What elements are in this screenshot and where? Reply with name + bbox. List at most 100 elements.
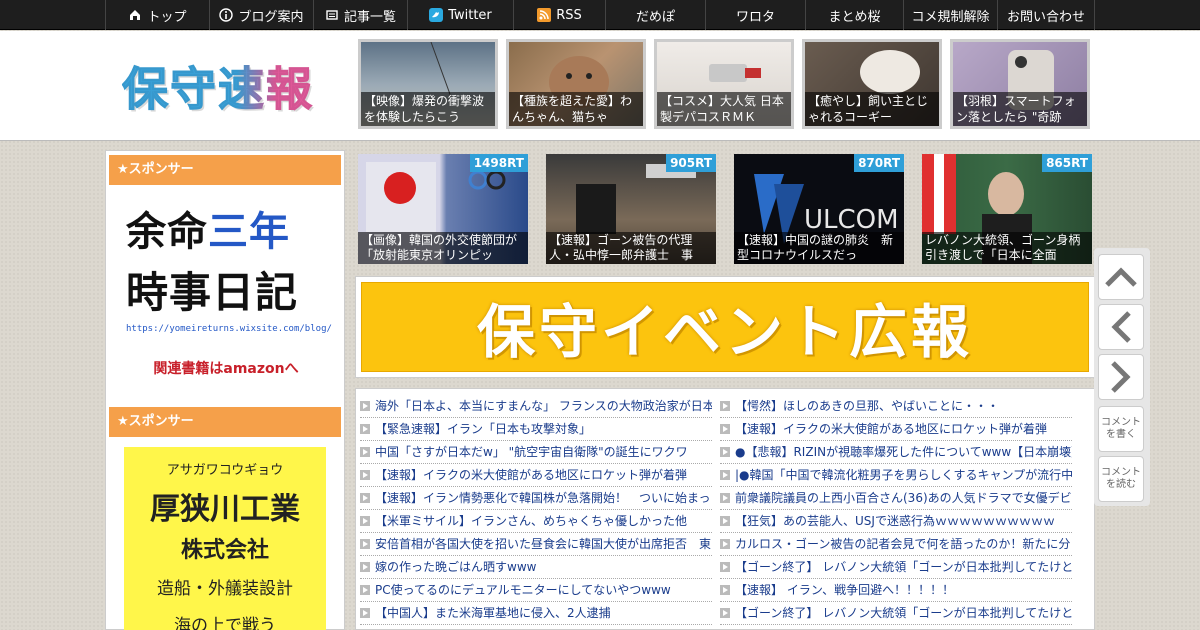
- header-thumb-2[interactable]: 【種族を超えた愛】わんちゃん、猫ちゃ: [506, 39, 646, 129]
- nav-top[interactable]: トップ: [105, 0, 209, 30]
- svg-text:ULCOM: ULCOM: [804, 205, 899, 235]
- list-item[interactable]: カルロス・ゴーン被告の記者会見で何を語ったのか！新たに分: [720, 533, 1072, 556]
- header-thumb-caption: 【映像】爆発の衝撃波を体験したらこう: [361, 92, 495, 126]
- bullet-arrow-icon: [720, 608, 730, 618]
- ad-url: https://yomeireturns.wixsite.com/blog/: [126, 324, 332, 334]
- list-item-title: 【中国人】また米海軍基地に侵入、2人逮捕: [375, 606, 611, 620]
- featured-card-3[interactable]: ULCOM 870RT 【速報】中国の謎の肺炎 新型コロナウイルスだっ: [734, 154, 904, 264]
- nav-rss-label: RSS: [556, 7, 582, 23]
- nav-top-label: トップ: [147, 9, 187, 25]
- list-item[interactable]: PC使ってるのにデュアルモニターにしてないやつwww: [360, 579, 712, 602]
- list-item[interactable]: |●韓国「中国で韓流化粧男子を男らしくするキャンプが流行中: [720, 464, 1072, 487]
- list-item[interactable]: 【米軍ミサイル】イランさん、めちゃくちゃ優しかった他: [360, 510, 712, 533]
- ad2-corp: 株式会社: [180, 537, 269, 563]
- nav-damepo[interactable]: だめぽ: [605, 0, 705, 30]
- retweet-count-badge: 905RT: [666, 154, 716, 172]
- sponsor-heading-1: ★スポンサー: [109, 155, 341, 185]
- header-thumb-5[interactable]: 【羽根】スマートフォン落としたら "奇跡: [950, 39, 1090, 129]
- featured-caption: 【画像】韓国の外交使節団が「放射能東京オリンピッ: [358, 232, 528, 264]
- nav-contact[interactable]: お問い合わせ: [997, 0, 1095, 30]
- sponsor-ad-yomei[interactable]: 余命三年 時事日記 https://yomeireturns.wixsite.c…: [126, 199, 332, 379]
- featured-card-1[interactable]: 1498RT 【画像】韓国の外交使節団が「放射能東京オリンピッ: [358, 154, 528, 264]
- list-item[interactable]: 【愕然】ほしのあきの旦那、やばいことに・・・: [720, 395, 1072, 418]
- nav-warota-label: ワロタ: [735, 9, 775, 25]
- list-item[interactable]: 【ゴーン終了】 レバノン大統領「ゴーンが日本批判してたけと: [720, 602, 1072, 625]
- nav-warota[interactable]: ワロタ: [705, 0, 805, 30]
- list-item[interactable]: 【緊急速報】イラン「日本も攻撃対象」: [360, 418, 712, 441]
- site-logo[interactable]: 保守速報: [122, 53, 314, 119]
- prev-article-button[interactable]: [1098, 304, 1144, 350]
- list-item[interactable]: 【ゴーン終了】 レバノン大統領「ゴーンが日本批判してたけと: [720, 556, 1072, 579]
- read-comment-label: コメントを読む: [1101, 467, 1141, 490]
- event-banner[interactable]: 保守イベント広報: [355, 276, 1095, 378]
- header-thumb-4[interactable]: 【癒やし】飼い主とじゃれるコーギー: [802, 39, 942, 129]
- bullet-arrow-icon: [360, 447, 370, 457]
- nav-rss[interactable]: RSS: [513, 0, 605, 30]
- sponsor-ad-asagawa[interactable]: アサガワコウギョウ 厚狭川工業 株式会社 造船・外艤装設計 海の上で戦う: [124, 447, 326, 630]
- list-item[interactable]: 嫁の作った晩ごはん晒すwww: [360, 556, 712, 579]
- next-article-button[interactable]: [1098, 354, 1144, 400]
- chevron-right-icon: [1111, 361, 1131, 393]
- list-item[interactable]: 【中国人】また米海軍基地に侵入、2人逮捕: [360, 602, 712, 625]
- read-comment-button[interactable]: コメントを読む: [1098, 456, 1144, 502]
- bullet-arrow-icon: [720, 401, 730, 411]
- site-header: 保守速報 保守速報 【映像】爆発の衝撃波を体験したらこう 【種族を超えた愛】わん…: [0, 31, 1200, 141]
- header-thumb-1[interactable]: 【映像】爆発の衝撃波を体験したらこう: [358, 39, 498, 129]
- list-item-title: 嫁の作った晩ごはん晒すwww: [375, 560, 537, 574]
- write-comment-button[interactable]: コメントを書く: [1098, 406, 1144, 452]
- ad-line1-a: 余命: [126, 209, 208, 255]
- list-item-title: 【速報】イラクの米大使館がある地区にロケット弾が着弾: [375, 468, 688, 482]
- list-item-title: 【ゴーン終了】 レバノン大統領「ゴーンが日本批判してたけと: [735, 606, 1072, 620]
- list-item[interactable]: 海外「日本よ、本当にすまんな」 フランスの大物政治家が日本: [360, 395, 712, 418]
- header-thumb-caption: 【羽根】スマートフォン落としたら "奇跡: [953, 92, 1087, 126]
- retweet-count-badge: 865RT: [1042, 154, 1092, 172]
- ad-amazon-link[interactable]: 関連書籍はamazonへ: [126, 358, 326, 378]
- nav-twitter[interactable]: Twitter: [407, 0, 513, 30]
- header-thumb-3[interactable]: 【コスメ】大人気 日本製デパコスＲＭＫ: [654, 39, 794, 129]
- bullet-arrow-icon: [360, 424, 370, 434]
- ad-line2: 時事日記: [126, 268, 299, 317]
- nav-comment-unlock[interactable]: コメ規制解除: [903, 0, 997, 30]
- sidebar: ★スポンサー 余命三年 時事日記 https://yomeireturns.wi…: [105, 150, 345, 630]
- list-item-title: 【米軍ミサイル】イランさん、めちゃくちゃ優しかった他: [375, 514, 688, 528]
- scroll-top-button[interactable]: [1098, 254, 1144, 300]
- nav-comment-unlock-label: コメ規制解除: [911, 9, 990, 25]
- ad2-service: 造船・外艤装設計: [157, 579, 293, 599]
- featured-caption: 【速報】中国の謎の肺炎 新型コロナウイルスだっ: [734, 232, 904, 264]
- twitter-icon: [429, 8, 444, 22]
- list-item[interactable]: ●【悲報】RIZINが視聴率爆死した件についてwww【日本崩壊】: [720, 441, 1072, 464]
- list-icon: [326, 10, 338, 20]
- list-item-title: ●【悲報】RIZINが視聴率爆死した件についてwww【日本崩壊】: [735, 445, 1072, 459]
- top-nav: トップ ブログ案内 記事一覧 Twitter RSS だめぽ ワロタ まとめ桜 …: [0, 0, 1200, 30]
- list-item[interactable]: 【速報】 イラン、戦争回避へ！！！！！: [720, 579, 1072, 602]
- nav-articles[interactable]: 記事一覧: [313, 0, 407, 30]
- retweet-count-badge: 870RT: [854, 154, 904, 172]
- featured-card-4[interactable]: 865RT レバノン大統領、ゴーン身柄引き渡しで「日本に全面: [922, 154, 1092, 264]
- list-item[interactable]: 中国「さすが日本だw」 "航空宇宙自衛隊"の誕生にワクワ: [360, 441, 712, 464]
- ad2-tagline: 海の上で戦う: [174, 616, 276, 630]
- list-item-title: カルロス・ゴーン被告の記者会見で何を語ったのか！新たに分: [735, 537, 1071, 551]
- featured-caption: 【速報】ゴーン被告の代理人・弘中惇一郎弁護士 事: [546, 232, 716, 264]
- top-nav-inner: トップ ブログ案内 記事一覧 Twitter RSS だめぽ ワロタ まとめ桜 …: [105, 0, 1095, 30]
- featured-caption: レバノン大統領、ゴーン身柄引き渡しで「日本に全面: [922, 232, 1092, 264]
- bullet-arrow-icon: [360, 585, 370, 595]
- list-item-title: 【愕然】ほしのあきの旦那、やばいことに・・・: [735, 399, 1000, 413]
- header-thumb-caption: 【コスメ】大人気 日本製デパコスＲＭＫ: [657, 92, 791, 126]
- list-item[interactable]: 安倍首相が各国大使を招いた昼食会に韓国大使が出席拒否 東: [360, 533, 712, 556]
- nav-contact-label: お問い合わせ: [1006, 9, 1085, 25]
- list-item[interactable]: 【速報】イラクの米大使館がある地区にロケット弾が着弾: [360, 464, 712, 487]
- nav-twitter-label: Twitter: [448, 7, 492, 23]
- list-item[interactable]: 【速報】イラクの米大使館がある地区にロケット弾が着弾: [720, 418, 1072, 441]
- info-icon: [219, 8, 234, 22]
- list-item[interactable]: 【狂気】あの芸能人、USJで迷惑行為ｗｗｗｗｗｗｗｗｗｗ: [720, 510, 1072, 533]
- nav-blog-guide[interactable]: ブログ案内: [209, 0, 313, 30]
- list-item[interactable]: 前衆議院議員の上西小百合さん(36)あの人気ドラマで女優デビ: [720, 487, 1072, 510]
- article-list-right: 【愕然】ほしのあきの旦那、やばいことに・・・【速報】イラクの米大使館がある地区に…: [720, 395, 1072, 625]
- header-thumb-caption: 【癒やし】飼い主とじゃれるコーギー: [805, 92, 939, 126]
- nav-matome-sakura[interactable]: まとめ桜: [805, 0, 903, 30]
- featured-card-2[interactable]: 905RT 【速報】ゴーン被告の代理人・弘中惇一郎弁護士 事: [546, 154, 716, 264]
- ad2-kana: アサガワコウギョウ: [166, 463, 284, 478]
- list-item[interactable]: 【速報】イラン情勢悪化で韓国株が急落開始！ ついに始まっ: [360, 487, 712, 510]
- ad-line1: 余命三年: [126, 199, 326, 257]
- bullet-arrow-icon: [360, 493, 370, 503]
